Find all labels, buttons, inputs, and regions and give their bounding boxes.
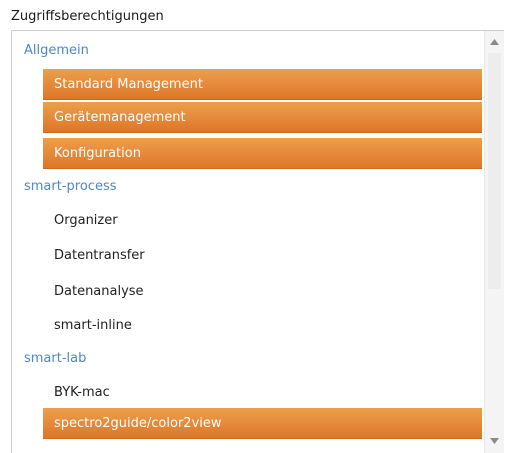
triangle-up-icon — [490, 39, 499, 45]
vertical-scrollbar[interactable] — [484, 31, 504, 453]
list-item-datentransfer[interactable]: Datentransfer — [43, 240, 482, 271]
list-item-konfiguration[interactable]: Konfiguration — [43, 138, 482, 169]
list-item-byk-mac[interactable]: BYK-mac — [43, 377, 482, 408]
scroll-thumb[interactable] — [488, 53, 501, 289]
list-item-datenanalyse[interactable]: Datenanalyse — [43, 276, 482, 307]
panel-title: Zugriffsberechtigungen — [11, 9, 164, 24]
scroll-down-button[interactable] — [485, 432, 504, 450]
list-item-geraetemanagement[interactable]: Gerätemanagement — [43, 102, 482, 133]
group-header-smart-process: smart-process — [24, 179, 117, 194]
triangle-down-icon — [490, 438, 499, 444]
permissions-listbox[interactable]: Allgemein Standard Management Gerätemana… — [11, 30, 504, 453]
list-item-organizer[interactable]: Organizer — [43, 205, 482, 236]
list-item-spectro2guide-color2view[interactable]: spectro2guide/color2view — [43, 408, 482, 439]
list-item-smart-inline[interactable]: smart-inline — [43, 310, 482, 341]
scroll-up-button[interactable] — [485, 33, 504, 51]
group-header-smart-lab: smart-lab — [24, 351, 87, 366]
group-header-allgemein: Allgemein — [24, 43, 89, 58]
list-content: Allgemein Standard Management Gerätemana… — [12, 31, 484, 453]
list-item-standard-management[interactable]: Standard Management — [43, 69, 482, 100]
